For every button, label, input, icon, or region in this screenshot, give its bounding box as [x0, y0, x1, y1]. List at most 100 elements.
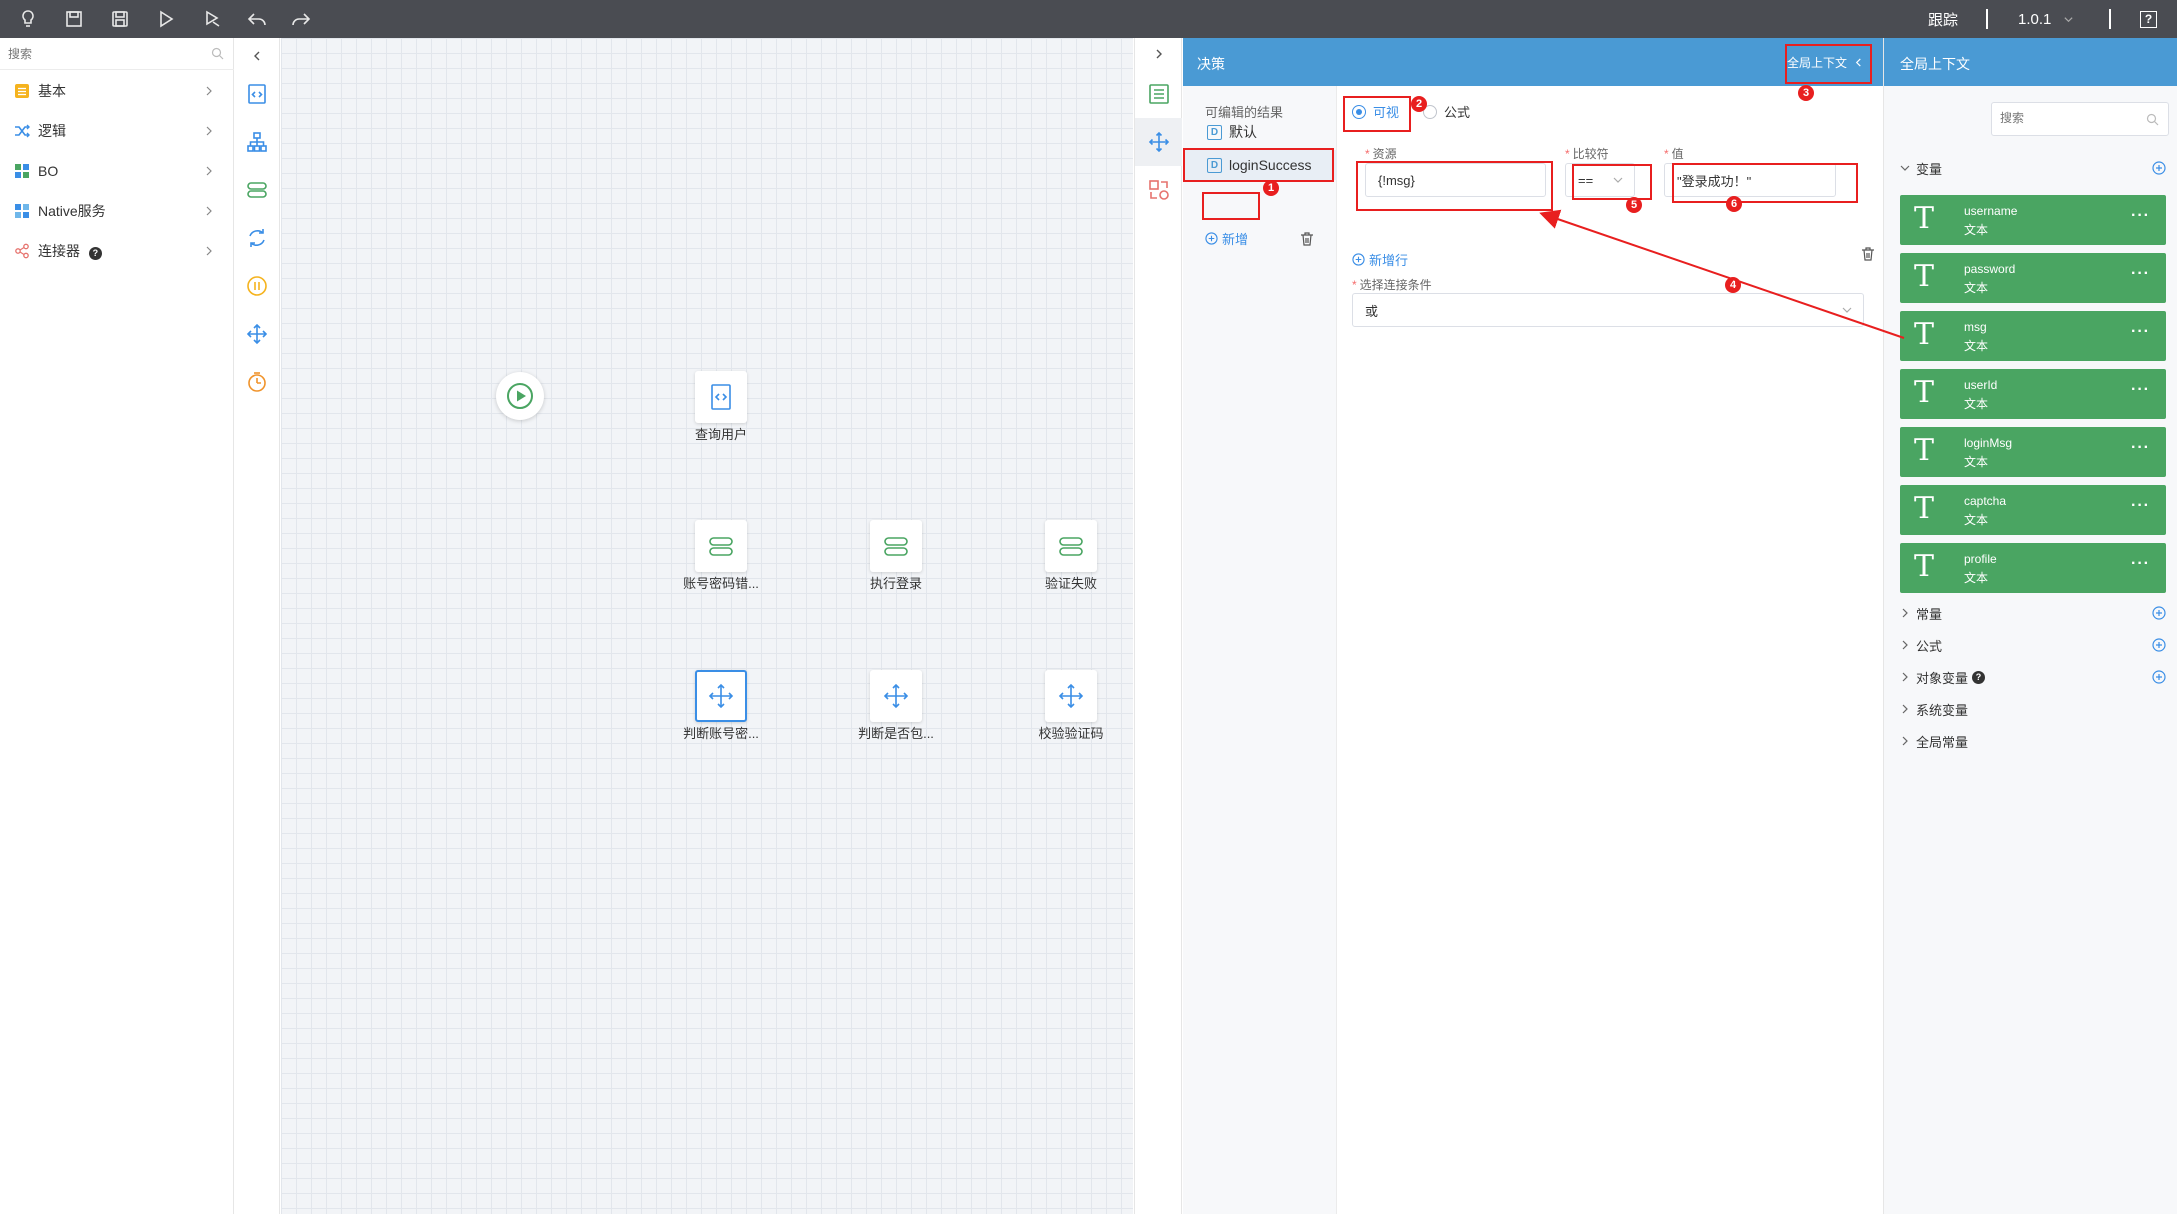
section-formulas[interactable]: 公式 — [1884, 631, 2177, 659]
chevron-down-icon — [1842, 307, 1852, 313]
result-item-default[interactable]: D 默认 — [1183, 117, 1337, 147]
variable-card-msg[interactable]: T msg 文本 ··· — [1900, 311, 2166, 361]
native-service-icon — [15, 204, 29, 218]
flow-node-check-account[interactable] — [695, 670, 747, 722]
more-icon[interactable]: ··· — [2131, 265, 2150, 283]
delete-result-trash-icon[interactable] — [1299, 231, 1315, 247]
add-object-variable-icon[interactable] — [2152, 670, 2166, 684]
variable-card-loginmsg[interactable]: T loginMsg 文本 ··· — [1900, 427, 2166, 477]
search-icon[interactable] — [211, 47, 224, 60]
category-basic[interactable]: 基本 — [0, 71, 234, 111]
run-icon[interactable] — [153, 6, 179, 32]
variable-card-userid[interactable]: T userId 文本 ··· — [1900, 369, 2166, 419]
resource-input[interactable]: {!msg} — [1365, 163, 1546, 197]
category-label: 逻辑 — [38, 123, 66, 139]
code-node-icon — [711, 384, 731, 410]
section-variables[interactable]: 变量 — [1884, 154, 2177, 182]
redo-icon[interactable] — [288, 6, 314, 32]
category-bo[interactable]: BO — [0, 151, 234, 191]
shapes-tool[interactable] — [1135, 166, 1182, 214]
global-context-toggle[interactable]: 全局上下文 — [1787, 54, 1863, 71]
section-constants[interactable]: 常量 — [1884, 599, 2177, 627]
undo-icon[interactable] — [244, 6, 270, 32]
chevron-left-icon — [254, 51, 260, 61]
decision-node-tool[interactable] — [243, 320, 271, 348]
radio-formula[interactable]: 公式 — [1423, 102, 1470, 121]
help-circle-icon[interactable]: ? — [1972, 670, 1986, 684]
more-icon[interactable]: ··· — [2131, 207, 2150, 225]
bo-grid-icon — [15, 164, 29, 178]
version-select[interactable]: 1.0.1 — [2018, 0, 2074, 38]
section-label: 对象变量 ? — [1916, 668, 1986, 687]
decision-tool[interactable] — [1135, 118, 1182, 166]
tree-node-tool[interactable] — [243, 128, 271, 156]
variable-card-captcha[interactable]: T captcha 文本 ··· — [1900, 485, 2166, 535]
timer-node-tool[interactable] — [243, 368, 271, 396]
result-item-login-success[interactable]: D loginSuccess — [1183, 150, 1337, 180]
add-formula-icon[interactable] — [2152, 638, 2166, 652]
flow-node-verify-captcha[interactable] — [1045, 670, 1097, 722]
more-icon[interactable]: ··· — [2131, 497, 2150, 515]
save-as-icon[interactable] — [107, 6, 133, 32]
add-result-button[interactable]: 新增 — [1205, 229, 1248, 248]
section-object-variables[interactable]: 对象变量 ? — [1884, 663, 2177, 691]
storage-node-tool[interactable] — [243, 176, 271, 204]
section-global-constants[interactable]: 全局常量 — [1884, 727, 2177, 755]
collapse-right-button[interactable] — [1135, 38, 1182, 70]
more-icon[interactable]: ··· — [2131, 439, 2150, 457]
radio-label: 公式 — [1444, 105, 1471, 120]
lightbulb-icon[interactable] — [15, 6, 41, 32]
chevron-right-icon — [206, 246, 212, 256]
flow-node-execute-login[interactable] — [870, 520, 922, 572]
pause-node-tool[interactable] — [243, 272, 271, 300]
text-type-icon: T — [1914, 375, 1935, 410]
help-button[interactable]: ? — [2140, 0, 2157, 38]
section-label-text: 对象变量 — [1916, 670, 1969, 686]
flow-node-query-user[interactable] — [695, 371, 747, 423]
chevron-down-icon — [2064, 16, 2073, 22]
flow-canvas[interactable]: 查询用户 账号密码错... 执行登录 验证失败 判断账号密... 判断是否包..… — [281, 38, 1133, 1214]
more-icon[interactable]: ··· — [2131, 323, 2150, 341]
flow-node-verify-failed[interactable] — [1045, 520, 1097, 572]
search-icon[interactable] — [2146, 113, 2159, 126]
variable-card-username[interactable]: T username 文本 ··· — [1900, 195, 2166, 245]
flow-node-account-error[interactable] — [695, 520, 747, 572]
section-system-variables[interactable]: 系统变量 — [1884, 695, 2177, 723]
loop-node-tool[interactable] — [243, 224, 271, 252]
section-label: 公式 — [1916, 638, 1943, 654]
section-label: 变量 — [1916, 161, 1943, 177]
decision-header: 决策 全局上下文 — [1183, 38, 1883, 86]
node-label: 查询用户 — [694, 427, 747, 442]
radio-dot — [1352, 104, 1366, 119]
trace-button[interactable]: 跟踪 — [1928, 0, 1958, 38]
variable-card-password[interactable]: T password 文本 ··· — [1900, 253, 2166, 303]
category-native-service[interactable]: Native服务 — [0, 191, 234, 231]
collapse-left-button[interactable] — [243, 42, 271, 70]
radio-visual[interactable]: 可视 — [1352, 102, 1399, 121]
condition-select[interactable]: 或 — [1352, 293, 1864, 327]
more-icon[interactable]: ··· — [2131, 381, 2150, 399]
operator-select[interactable]: == — [1565, 163, 1635, 197]
start-node[interactable] — [496, 372, 544, 420]
delete-row-trash-icon[interactable] — [1860, 246, 1876, 262]
context-search-input[interactable] — [2000, 111, 2140, 125]
add-circle-icon — [1352, 253, 1365, 266]
list-tool[interactable] — [1135, 70, 1182, 118]
flow-node-check-contains[interactable] — [870, 670, 922, 722]
add-constant-icon[interactable] — [2152, 606, 2166, 620]
chevron-right-icon — [206, 166, 212, 176]
variable-card-profile[interactable]: T profile 文本 ··· — [1900, 543, 2166, 593]
decision-panel: 决策 全局上下文 可编辑的结果 D 默认 D loginSuccess 新增 可… — [1183, 38, 1883, 1214]
value-input[interactable]: "登录成功！" — [1664, 163, 1836, 197]
category-connector[interactable]: 连接器 ? — [0, 231, 234, 271]
code-node-tool[interactable] — [243, 80, 271, 108]
more-icon[interactable]: ··· — [2131, 555, 2150, 573]
add-row-button[interactable]: 新增行 — [1352, 250, 1408, 269]
chevron-right-icon — [1902, 672, 1908, 682]
component-search-input[interactable] — [8, 44, 208, 64]
help-circle-icon[interactable]: ? — [88, 246, 102, 260]
save-icon[interactable] — [61, 6, 87, 32]
add-variable-icon[interactable] — [2152, 161, 2166, 175]
debug-icon[interactable] — [199, 6, 225, 32]
category-logic[interactable]: 逻辑 — [0, 111, 234, 151]
